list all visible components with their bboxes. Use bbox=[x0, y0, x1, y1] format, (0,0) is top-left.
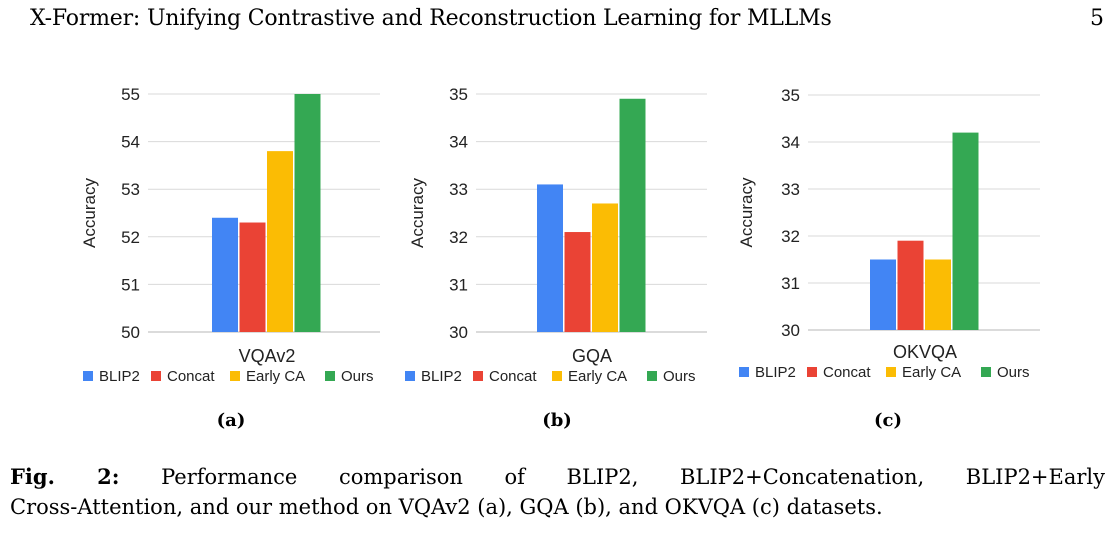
legend-swatch bbox=[230, 371, 240, 381]
legend-swatch bbox=[83, 371, 93, 381]
legend-swatch bbox=[886, 367, 896, 377]
y-tick-label: 30 bbox=[781, 321, 800, 340]
y-tick-label: 33 bbox=[781, 180, 800, 199]
y-tick-label: 30 bbox=[449, 323, 468, 342]
legend-label: Early CA bbox=[568, 368, 627, 385]
y-tick-label: 33 bbox=[449, 180, 468, 199]
legend-label: Concat bbox=[167, 368, 215, 385]
legend-swatch bbox=[151, 371, 161, 381]
bar-blip2 bbox=[870, 259, 896, 330]
subfigure-label: (a) bbox=[217, 410, 246, 431]
legend-item: BLIP2 bbox=[405, 368, 462, 385]
legend-item: Concat bbox=[807, 364, 871, 381]
y-tick-label: 50 bbox=[121, 323, 140, 342]
legend-label: BLIP2 bbox=[755, 364, 796, 381]
legend-swatch bbox=[647, 371, 657, 381]
chart-panel-1: 50 51 52 53 54 55 Accuracy VQAv2 BLIP2 Concat Earl… bbox=[80, 85, 380, 431]
figure-caption: Fig. 2: Performance comparison of BLIP2,… bbox=[10, 462, 1105, 522]
y-axis-label: Accuracy bbox=[80, 178, 99, 248]
legend-swatch bbox=[739, 367, 749, 377]
y-tick-label: 52 bbox=[121, 228, 140, 247]
y-tick-label: 55 bbox=[121, 85, 140, 104]
bar-blip2 bbox=[537, 184, 563, 332]
legend-label: Ours bbox=[663, 368, 696, 385]
x-category-label: VQAv2 bbox=[239, 346, 296, 366]
legend-label: Early CA bbox=[246, 368, 305, 385]
legend-label: Concat bbox=[823, 364, 871, 381]
chart-panel-3: 30 31 32 33 34 35 Accuracy OKVQA BLIP2 Concat Earl… bbox=[737, 86, 1040, 431]
legend-item: Ours bbox=[981, 364, 1030, 381]
legend-item: Ours bbox=[325, 368, 374, 385]
y-tick-label: 54 bbox=[121, 133, 140, 152]
bar-concat bbox=[239, 222, 266, 332]
subfigure-label: (c) bbox=[874, 410, 902, 431]
y-tick-label: 34 bbox=[449, 133, 468, 152]
subfigure-label: (b) bbox=[542, 410, 572, 431]
legend-item: Early CA bbox=[230, 368, 305, 385]
bar-blip2 bbox=[212, 217, 238, 332]
bar-concat bbox=[564, 232, 591, 332]
bar-ours bbox=[294, 94, 321, 332]
bar-concat bbox=[897, 240, 924, 330]
legend-swatch bbox=[552, 371, 562, 381]
legend-swatch bbox=[405, 371, 415, 381]
y-tick-label: 35 bbox=[781, 86, 800, 105]
legend-item: BLIP2 bbox=[83, 368, 140, 385]
y-tick-label: 32 bbox=[781, 227, 800, 246]
y-tick-label: 53 bbox=[121, 180, 140, 199]
caption-line-2: Cross-Attention, and our method on VQAv2… bbox=[10, 495, 883, 519]
x-category-label: OKVQA bbox=[893, 342, 957, 362]
caption-label: Fig. 2: bbox=[10, 464, 120, 489]
y-tick-label: 32 bbox=[449, 228, 468, 247]
legend-item: BLIP2 bbox=[739, 364, 796, 381]
legend-item: Concat bbox=[151, 368, 215, 385]
bar-early-ca bbox=[267, 151, 293, 332]
legend-swatch bbox=[325, 371, 335, 381]
legend-label: Ours bbox=[997, 364, 1030, 381]
legend-label: BLIP2 bbox=[99, 368, 140, 385]
caption-line-1: Performance comparison of BLIP2, BLIP2+C… bbox=[161, 465, 1105, 489]
legend-item: Ours bbox=[647, 368, 696, 385]
legend-swatch bbox=[807, 367, 817, 377]
legend-label: BLIP2 bbox=[421, 368, 462, 385]
bar-early-ca bbox=[925, 259, 951, 330]
y-tick-label: 31 bbox=[449, 275, 468, 294]
x-category-label: GQA bbox=[572, 346, 612, 366]
y-tick-label: 34 bbox=[781, 133, 800, 152]
legend-item: Early CA bbox=[886, 364, 961, 381]
y-axis-label: Accuracy bbox=[408, 178, 427, 248]
y-axis-label: Accuracy bbox=[737, 177, 756, 247]
legend-item: Concat bbox=[473, 368, 537, 385]
legend-swatch bbox=[473, 371, 483, 381]
bar-early-ca bbox=[592, 203, 618, 332]
legend-label: Concat bbox=[489, 368, 537, 385]
legend-label: Early CA bbox=[902, 364, 961, 381]
figure-charts: 50 51 52 53 54 55 Accuracy VQAv2 BLIP2 Concat Earl… bbox=[80, 85, 1040, 431]
chart-panel-2: 30 31 32 33 34 35 Accuracy GQA BLIP2 Concat Early … bbox=[405, 85, 707, 431]
bar-ours bbox=[952, 132, 979, 330]
y-tick-label: 31 bbox=[781, 274, 800, 293]
legend-swatch bbox=[981, 367, 991, 377]
legend-item: Early CA bbox=[552, 368, 627, 385]
legend-label: Ours bbox=[341, 368, 374, 385]
y-tick-label: 35 bbox=[449, 85, 468, 104]
y-tick-label: 51 bbox=[121, 275, 140, 294]
bar-ours bbox=[619, 98, 646, 332]
